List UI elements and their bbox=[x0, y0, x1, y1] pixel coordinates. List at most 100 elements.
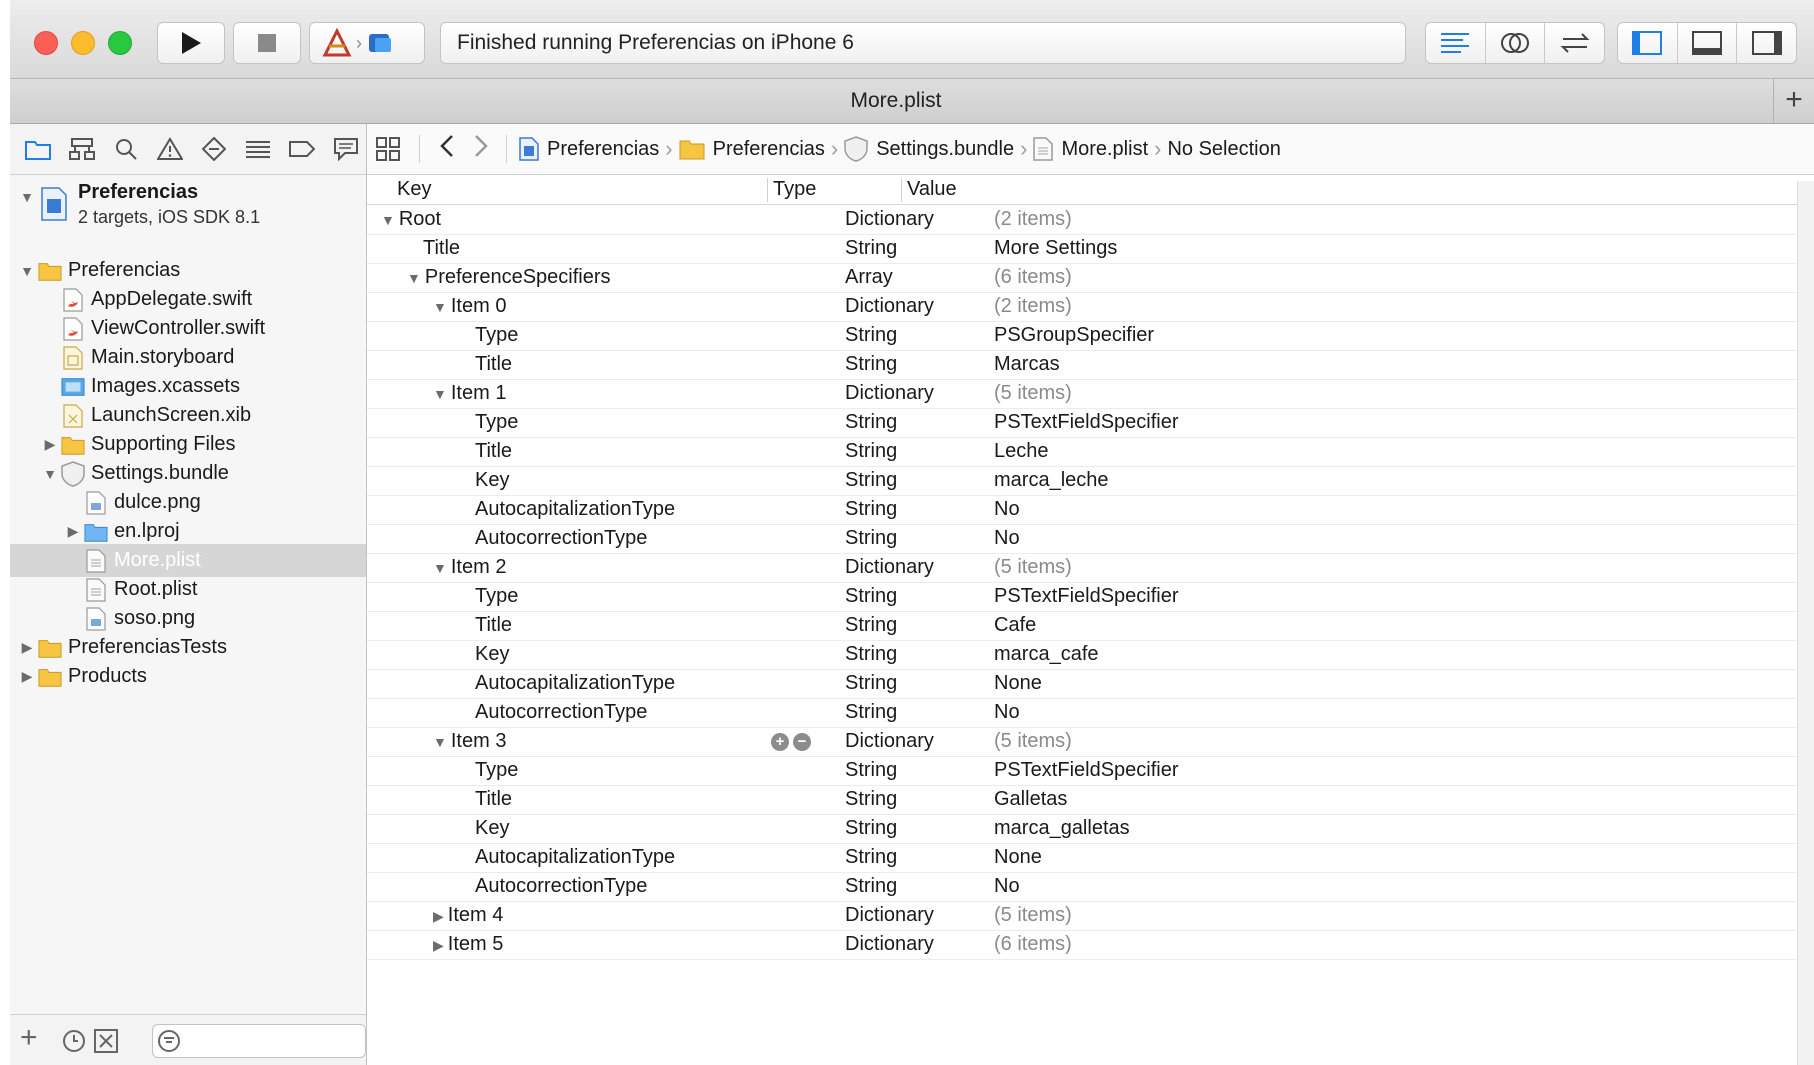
toggle-utilities-button[interactable] bbox=[1737, 23, 1796, 63]
disclosure-open-icon[interactable]: ▼ bbox=[18, 189, 36, 205]
plist-row[interactable]: ▼ Item 3 + − Dictionary (5 items) bbox=[367, 727, 1797, 757]
version-editor-button[interactable] bbox=[1545, 23, 1604, 63]
plist-type-cell[interactable]: Dictionary bbox=[845, 930, 934, 959]
assistant-editor-button[interactable] bbox=[1486, 23, 1546, 63]
related-items-button[interactable] bbox=[367, 137, 409, 161]
plist-type-cell[interactable]: String bbox=[845, 234, 897, 263]
jump-bar-selection[interactable]: No Selection bbox=[1167, 138, 1280, 161]
type-column-header[interactable]: Type bbox=[773, 178, 816, 201]
disclosure-open-icon[interactable]: ▼ bbox=[433, 299, 447, 315]
plist-key-cell[interactable]: ▼ Item 2 bbox=[433, 553, 506, 583]
test-navigator-tab[interactable] bbox=[194, 129, 234, 169]
plist-value-cell[interactable]: Cafe bbox=[994, 611, 1036, 640]
zoom-window-button[interactable] bbox=[108, 31, 132, 55]
jump-bar-group[interactable]: Preferencias bbox=[679, 138, 825, 161]
plist-type-cell[interactable]: String bbox=[845, 495, 897, 524]
plist-type-cell[interactable]: Dictionary bbox=[845, 292, 934, 321]
disclosure-closed-icon[interactable]: ▶ bbox=[433, 908, 444, 924]
plist-row[interactable]: AutocorrectionType String No bbox=[367, 524, 1797, 554]
plist-key-cell[interactable]: ▼ Item 0 bbox=[433, 292, 506, 322]
plist-row[interactable]: ▼ Root Dictionary (2 items) bbox=[367, 205, 1797, 235]
key-column-header[interactable]: Key bbox=[397, 178, 431, 201]
plist-type-cell[interactable]: String bbox=[845, 640, 897, 669]
navigator-filter-field[interactable] bbox=[152, 1024, 366, 1058]
plist-value-cell[interactable]: marca_leche bbox=[994, 466, 1109, 495]
plist-row[interactable]: ▼ Item 0 Dictionary (2 items) bbox=[367, 292, 1797, 322]
disclosure-open-icon[interactable]: ▼ bbox=[433, 734, 447, 750]
plist-key-cell[interactable]: Type bbox=[475, 756, 518, 785]
plist-key-cell[interactable]: Title bbox=[423, 234, 460, 263]
plist-type-cell[interactable]: Dictionary bbox=[845, 205, 934, 234]
plist-key-cell[interactable]: ▶ Item 5 bbox=[433, 930, 503, 960]
disclosure-closed-icon[interactable]: ▶ bbox=[18, 639, 36, 656]
plist-row[interactable]: Title String Leche bbox=[367, 437, 1797, 467]
plist-type-cell[interactable]: String bbox=[845, 698, 897, 727]
find-navigator-tab[interactable] bbox=[106, 129, 146, 169]
navigator-item[interactable]: ▶ Products bbox=[10, 660, 366, 693]
plist-row[interactable]: Type String PSTextFieldSpecifier bbox=[367, 408, 1797, 438]
toggle-debug-area-button[interactable] bbox=[1678, 23, 1738, 63]
plist-key-cell[interactable]: ▼ Item 3 bbox=[433, 727, 506, 757]
minimize-window-button[interactable] bbox=[71, 31, 95, 55]
report-navigator-tab[interactable] bbox=[326, 129, 366, 169]
plist-key-cell[interactable]: AutocorrectionType bbox=[475, 872, 647, 901]
plist-type-cell[interactable]: Dictionary bbox=[845, 727, 934, 756]
recent-files-clock-icon[interactable] bbox=[62, 1029, 86, 1053]
plist-value-cell[interactable]: No bbox=[994, 524, 1020, 553]
plist-row[interactable]: Title String More Settings bbox=[367, 234, 1797, 264]
breakpoint-navigator-tab[interactable] bbox=[282, 129, 322, 169]
close-window-button[interactable] bbox=[34, 31, 58, 55]
plist-value-cell[interactable]: More Settings bbox=[994, 234, 1117, 263]
standard-editor-button[interactable] bbox=[1426, 23, 1486, 63]
plist-value-cell[interactable]: PSTextFieldSpecifier bbox=[994, 582, 1179, 611]
jump-bar-file[interactable]: More.plist bbox=[1033, 137, 1148, 161]
plist-type-cell[interactable]: String bbox=[845, 350, 897, 379]
plist-value-cell[interactable]: PSTextFieldSpecifier bbox=[994, 756, 1179, 785]
plist-key-cell[interactable]: Key bbox=[475, 466, 509, 495]
source-control-filter-icon[interactable] bbox=[94, 1029, 118, 1053]
plist-key-cell[interactable]: Title bbox=[475, 785, 512, 814]
plist-key-cell[interactable]: Title bbox=[475, 350, 512, 379]
disclosure-open-icon[interactable]: ▼ bbox=[433, 386, 447, 402]
plist-type-cell[interactable]: String bbox=[845, 872, 897, 901]
plist-key-cell[interactable]: Type bbox=[475, 408, 518, 437]
back-button[interactable] bbox=[430, 134, 464, 164]
project-root-row[interactable]: ▼ Preferencias 2 targets, iOS SDK 8.1 bbox=[10, 179, 366, 239]
plist-type-cell[interactable]: String bbox=[845, 582, 897, 611]
plist-type-cell[interactable]: String bbox=[845, 814, 897, 843]
plist-value-cell[interactable]: No bbox=[994, 698, 1020, 727]
plist-key-cell[interactable]: ▼ Root bbox=[381, 205, 441, 235]
plist-key-cell[interactable]: Title bbox=[475, 437, 512, 466]
plist-type-cell[interactable]: String bbox=[845, 611, 897, 640]
plist-key-cell[interactable]: AutocorrectionType bbox=[475, 698, 647, 727]
jump-bar-bundle[interactable]: Settings.bundle bbox=[844, 136, 1014, 162]
plist-row[interactable]: ▼ Item 1 Dictionary (5 items) bbox=[367, 379, 1797, 409]
disclosure-closed-icon[interactable]: ▶ bbox=[18, 668, 36, 685]
plist-type-cell[interactable]: String bbox=[845, 408, 897, 437]
value-column-header[interactable]: Value bbox=[907, 178, 957, 201]
scheme-selector[interactable]: › bbox=[309, 22, 425, 64]
plist-type-cell[interactable]: String bbox=[845, 669, 897, 698]
tab-more-plist[interactable]: More.plist bbox=[10, 79, 1782, 123]
project-navigator-tab[interactable] bbox=[18, 129, 58, 169]
plist-key-cell[interactable]: ▶ Item 4 bbox=[433, 901, 503, 931]
plist-type-cell[interactable]: String bbox=[845, 843, 897, 872]
plist-value-cell[interactable]: marca_galletas bbox=[994, 814, 1130, 843]
add-row-icon[interactable]: + bbox=[771, 733, 789, 751]
plist-value-cell[interactable]: None bbox=[994, 669, 1042, 698]
disclosure-closed-icon[interactable]: ▶ bbox=[433, 937, 444, 953]
plist-row[interactable]: ▼ Item 2 Dictionary (5 items) bbox=[367, 553, 1797, 583]
plist-key-cell[interactable]: Key bbox=[475, 814, 509, 843]
plist-key-cell[interactable]: AutocorrectionType bbox=[475, 524, 647, 553]
plist-value-cell[interactable]: PSGroupSpecifier bbox=[994, 321, 1154, 350]
plist-row[interactable]: ▼ PreferenceSpecifiers Array (6 items) bbox=[367, 263, 1797, 293]
remove-row-icon[interactable]: − bbox=[793, 733, 811, 751]
forward-button[interactable] bbox=[464, 134, 498, 164]
plist-key-cell[interactable]: ▼ Item 1 bbox=[433, 379, 506, 409]
plist-key-cell[interactable]: Type bbox=[475, 582, 518, 611]
plist-value-cell[interactable]: marca_cafe bbox=[994, 640, 1099, 669]
plist-row[interactable]: AutocapitalizationType String None bbox=[367, 669, 1797, 699]
plist-value-cell[interactable]: PSTextFieldSpecifier bbox=[994, 408, 1179, 437]
plist-row[interactable]: ▶ Item 4 Dictionary (5 items) bbox=[367, 901, 1797, 931]
plist-row[interactable]: Title String Cafe bbox=[367, 611, 1797, 641]
